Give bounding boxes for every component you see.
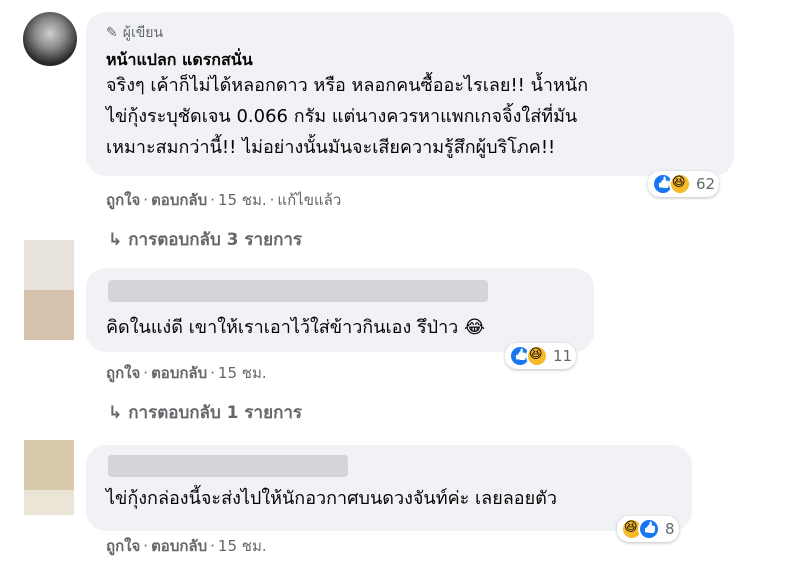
reply-link[interactable]: ตอบกลับ <box>151 191 207 209</box>
reaction-summary[interactable]: 8 <box>617 516 679 542</box>
reaction-count: 8 <box>665 520 675 538</box>
timestamp[interactable]: 15 ชม. <box>218 364 267 382</box>
avatar[interactable] <box>23 12 77 66</box>
reply-link[interactable]: ตอบกลับ <box>151 537 207 555</box>
view-replies-label: การตอบกลับ 3 รายการ <box>128 230 303 250</box>
comment-text-line: ไข่กุ้งระบุชัดเจน 0.066 กรัม แต่นางควรหา… <box>106 106 578 127</box>
edited-label[interactable]: แก้ไขแล้ว <box>277 191 341 209</box>
reply-arrow-icon: ↳ <box>108 403 123 423</box>
comment-actions: ถูกใจ · ตอบกลับ · 15 ชม. · แก้ไขแล้ว <box>106 191 342 209</box>
like-reaction-icon <box>638 518 660 540</box>
like-link[interactable]: ถูกใจ <box>106 191 140 209</box>
comment-text-line: จริงๆ เค้าก็ไม่ได้หลอกดาว หรือ หลอกคนซื้… <box>106 75 589 96</box>
view-replies-label: การตอบกลับ 1 รายการ <box>128 403 303 423</box>
reaction-summary[interactable]: 11 <box>505 343 577 369</box>
haha-reaction-icon <box>526 345 548 367</box>
timestamp[interactable]: 15 ชม. <box>218 537 267 555</box>
avatar[interactable] <box>24 440 74 515</box>
comment-text: จริงๆ เค้าก็ไม่ได้หลอกดาว หรือ หลอกคนซื้… <box>106 70 588 163</box>
comment-text-line: เหมาะสมกว่านี้!! ไม่อย่างนั้นมันจะเสียคว… <box>106 137 556 158</box>
reaction-summary[interactable]: 62 <box>648 171 720 197</box>
pencil-icon: ✎ <box>106 25 118 41</box>
like-link[interactable]: ถูกใจ <box>106 364 140 382</box>
avatar[interactable] <box>24 240 74 340</box>
comment-actions: ถูกใจ · ตอบกลับ · 15 ชม. <box>106 364 267 382</box>
haha-reaction-icon <box>669 173 691 195</box>
author-badge: ✎ ผู้เขียน <box>106 22 163 44</box>
reaction-count: 11 <box>553 347 573 365</box>
timestamp[interactable]: 15 ชม. <box>218 191 267 209</box>
author-badge-label: ผู้เขียน <box>122 25 164 41</box>
comment-author-name[interactable] <box>108 455 348 477</box>
reaction-count: 62 <box>696 175 716 193</box>
reply-arrow-icon: ↳ <box>108 230 123 250</box>
view-replies-link[interactable]: ↳ การตอบกลับ 3 รายการ <box>108 226 302 253</box>
view-replies-link[interactable]: ↳ การตอบกลับ 1 รายการ <box>108 399 302 426</box>
comment-author-name[interactable] <box>108 280 488 302</box>
comment-actions: ถูกใจ · ตอบกลับ · 15 ชม. <box>106 537 267 555</box>
comment-bubble: ✎ ผู้เขียน หน้าแปลก แดรกสนั่น จริงๆ เค้า… <box>86 12 734 176</box>
comment-text: ไข่กุ้งกล่องนี้จะส่งไปให้นักอวกาศบนดวงจั… <box>106 488 557 509</box>
reply-link[interactable]: ตอบกลับ <box>151 364 207 382</box>
comment-text: คิดในแง่ดี เขาให้เราเอาไว้ใส่ข้าวกินเอง … <box>106 317 486 338</box>
comment-bubble: ไข่กุ้งกล่องนี้จะส่งไปให้นักอวกาศบนดวงจั… <box>86 445 692 531</box>
like-link[interactable]: ถูกใจ <box>106 537 140 555</box>
comment-bubble: คิดในแง่ดี เขาให้เราเอาไว้ใส่ข้าวกินเอง … <box>86 268 594 352</box>
